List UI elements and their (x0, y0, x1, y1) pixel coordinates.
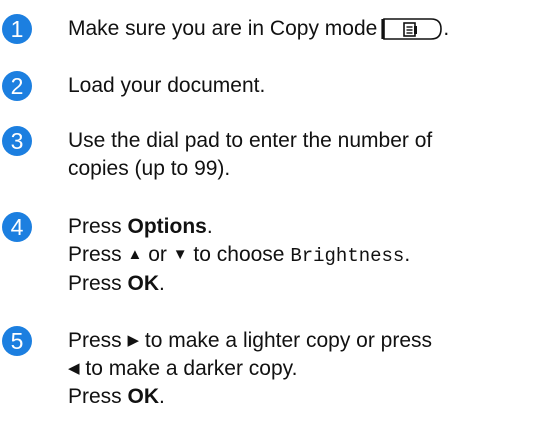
copy-mode-key-icon (381, 17, 443, 40)
punctuation: . (159, 385, 165, 408)
step-3-line-1: Use the dial pad to enter the number of (68, 129, 433, 152)
press-word: Press (68, 329, 128, 352)
step-number-badge: 5 (2, 326, 32, 356)
press-word: Press (68, 243, 128, 266)
step-text: Load your document. (68, 72, 528, 100)
down-arrow-icon: ▼ (172, 246, 188, 263)
punctuation: . (206, 215, 213, 238)
ok-key-label: OK (127, 385, 160, 408)
step-text: Use the dial pad to enter the number of … (68, 127, 528, 183)
or-word: or (142, 243, 173, 266)
step-number-badge: 1 (2, 14, 32, 44)
left-arrow-icon: ◀ (68, 360, 80, 377)
press-word: Press (68, 385, 128, 408)
step-text: Make sure you are in Copy mode . (68, 15, 528, 43)
step-text: Press ▶ to make a lighter copy or press … (68, 327, 528, 411)
step-number-badge: 4 (2, 212, 32, 242)
step-5-line-2: ◀ to make a darker copy. (68, 355, 528, 383)
step-number-badge: 3 (2, 126, 32, 156)
step-5-line-1: Press ▶ to make a lighter copy or press (68, 327, 528, 355)
step-2-text: Load your document. (68, 74, 266, 97)
options-key-label: Options (127, 215, 207, 238)
choose-text: to choose (187, 243, 291, 266)
step-3-line-2: copies (up to 99). (68, 157, 231, 180)
right-arrow-icon: ▶ (127, 332, 140, 349)
step-1-text: Make sure you are in Copy mode (68, 17, 378, 40)
step-4-line-3: Press OK. (68, 270, 528, 298)
darker-copy-text: to make a darker copy. (79, 357, 298, 380)
step-4-line-1: Press Options. (68, 213, 528, 241)
step-5-line-3: Press OK. (68, 383, 528, 411)
press-word: Press (68, 272, 128, 295)
punctuation: . (404, 243, 411, 266)
brightness-menu-label: Brightness (290, 245, 405, 267)
ok-key-label: OK (127, 272, 160, 295)
step-1-end: . (443, 17, 450, 40)
press-word: Press (68, 215, 128, 238)
lighter-copy-text: to make a lighter copy or press (139, 329, 433, 352)
step-number-badge: 2 (2, 71, 32, 101)
step-text: Press Options. Press ▲ or ▼ to choose Br… (68, 213, 528, 298)
up-arrow-icon: ▲ (127, 246, 143, 263)
step-4-line-2: Press ▲ or ▼ to choose Brightness. (68, 241, 528, 270)
punctuation: . (159, 272, 165, 295)
